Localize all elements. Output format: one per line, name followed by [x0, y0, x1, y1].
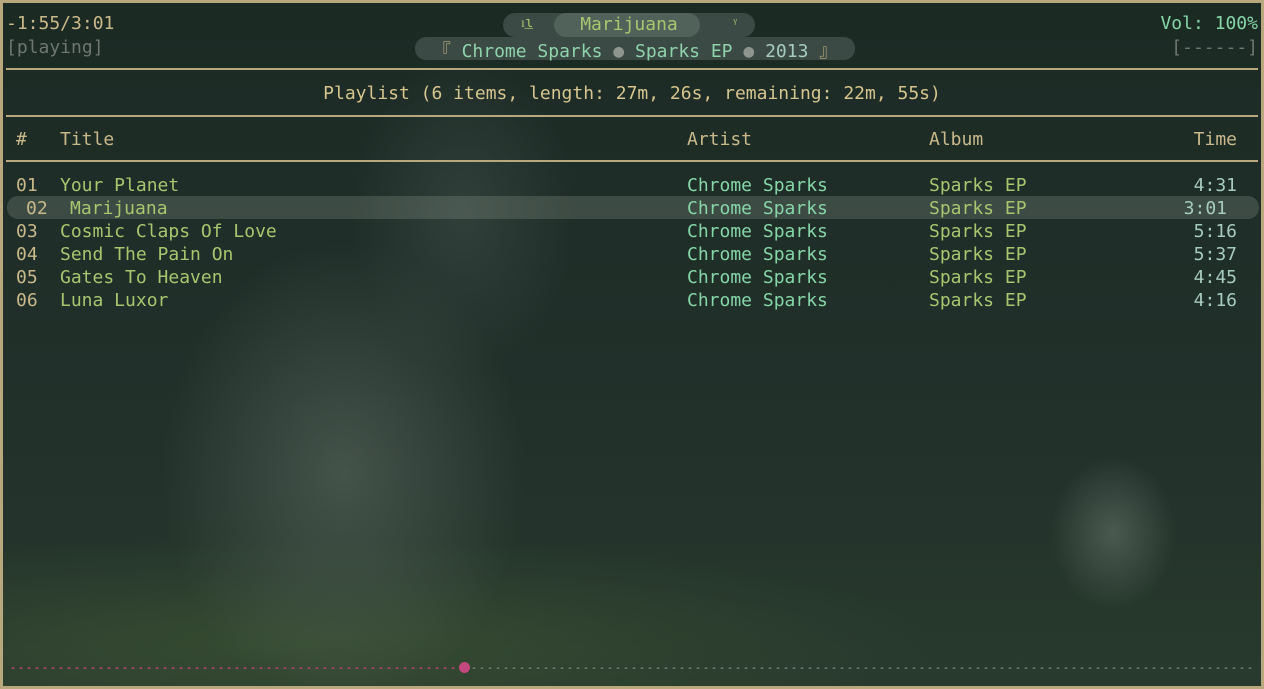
track-time: 5:37: [1193, 244, 1237, 265]
playlist-row-selected[interactable]: 02 Marijuana Chrome Sparks Sparks EP 3:0…: [3, 198, 1261, 221]
separator-dot: ●: [743, 41, 755, 62]
playlist-row[interactable]: 01 Your Planet Chrome Sparks Sparks EP 4…: [3, 175, 1261, 198]
track-time: 4:16: [1193, 290, 1237, 311]
now-playing-year: 2013: [765, 41, 809, 62]
playlist-row[interactable]: 03 Cosmic Claps Of Love Chrome Sparks Sp…: [3, 221, 1261, 244]
seek-bar-remaining: [470, 667, 1255, 669]
track-number: 04: [16, 244, 38, 265]
close-bracket: 』: [819, 41, 838, 62]
column-header-title[interactable]: Title: [60, 129, 114, 150]
column-header-album[interactable]: Album: [929, 129, 983, 150]
track-time: 4:31: [1193, 175, 1237, 196]
track-number: 06: [16, 290, 38, 311]
track-time: 4:45: [1193, 267, 1237, 288]
track-title: Luna Luxor: [60, 290, 169, 311]
now-playing-title-pill: ı͟ɩ Marijuana ᵞ: [503, 13, 755, 37]
volume-bar[interactable]: [------]: [1171, 37, 1258, 58]
track-artist: Chrome Sparks: [687, 290, 828, 311]
player-window: -1:55/3:01 [playing] Vol: 100% [------] …: [0, 0, 1264, 689]
open-bracket: 『: [432, 41, 451, 62]
sprout-icon: ᵞ: [733, 15, 737, 31]
track-album: Sparks EP: [929, 175, 1027, 196]
track-number: 02: [26, 198, 48, 219]
track-album: Sparks EP: [929, 290, 1027, 311]
column-header-number[interactable]: #: [16, 129, 27, 150]
playlist-row[interactable]: 05 Gates To Heaven Chrome Sparks Sparks …: [3, 267, 1261, 290]
divider: [6, 160, 1258, 162]
track-artist: Chrome Sparks: [687, 221, 828, 242]
track-album: Sparks EP: [929, 221, 1027, 242]
seek-bar-handle[interactable]: [459, 662, 470, 673]
column-header-artist[interactable]: Artist: [687, 129, 752, 150]
playlist-row[interactable]: 06 Luna Luxor Chrome Sparks Sparks EP 4:…: [3, 290, 1261, 313]
track-time: 3:01: [1183, 198, 1227, 219]
playlist-row[interactable]: 04 Send The Pain On Chrome Sparks Sparks…: [3, 244, 1261, 267]
track-artist: Chrome Sparks: [687, 267, 828, 288]
now-playing-info: 『 Chrome Sparks ● Sparks EP ● 2013 』: [415, 37, 855, 63]
track-artist: Chrome Sparks: [687, 175, 828, 196]
track-artist: Chrome Sparks: [687, 198, 828, 219]
track-number: 01: [16, 175, 38, 196]
divider: [6, 115, 1258, 117]
track-artist: Chrome Sparks: [687, 244, 828, 265]
track-title: Marijuana: [70, 198, 168, 219]
now-playing-info-pill: 『 Chrome Sparks ● Sparks EP ● 2013 』: [415, 37, 855, 63]
track-number: 03: [16, 221, 38, 242]
track-title: Cosmic Claps Of Love: [60, 221, 277, 242]
track-title: Send The Pain On: [60, 244, 234, 265]
playlist-header: Playlist (6 items, length: 27m, 26s, rem…: [323, 83, 941, 104]
divider: [6, 68, 1258, 70]
now-playing-title: Marijuana: [580, 14, 678, 35]
playback-state: [playing]: [6, 37, 104, 58]
now-playing-artist: Chrome Sparks: [461, 41, 603, 62]
track-title: Gates To Heaven: [60, 267, 223, 288]
track-time: 5:16: [1193, 221, 1237, 242]
separator-dot: ●: [613, 41, 625, 62]
track-album: Sparks EP: [929, 244, 1027, 265]
now-playing-album: Sparks EP: [634, 41, 733, 62]
track-title: Your Planet: [60, 175, 180, 196]
track-album: Sparks EP: [929, 267, 1027, 288]
track-album: Sparks EP: [929, 198, 1027, 219]
column-header-time[interactable]: Time: [1194, 129, 1237, 150]
seek-bar-played: [9, 667, 458, 669]
seek-bar[interactable]: [9, 662, 1255, 673]
track-number: 05: [16, 267, 38, 288]
volume-label[interactable]: Vol: 100%: [1160, 13, 1258, 34]
time-elapsed: -1:55/3:01: [6, 13, 115, 34]
